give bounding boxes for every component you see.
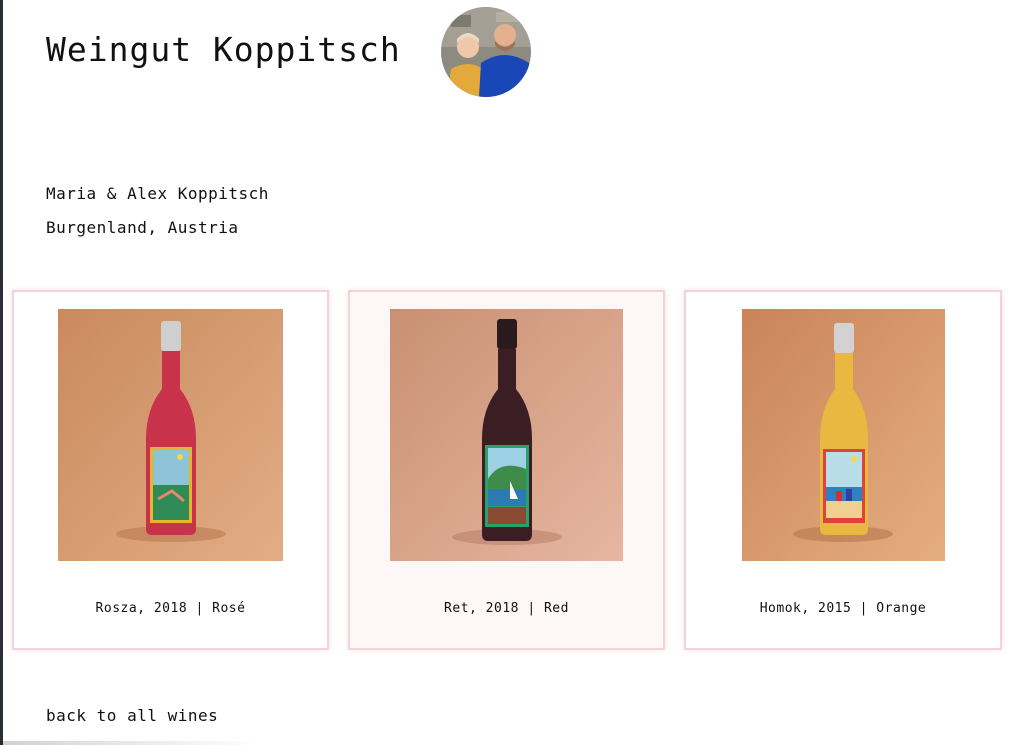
wine-card-rosza[interactable]: Rosza, 2018 | Rosé [12, 290, 329, 650]
wine-card-homok[interactable]: Homok, 2015 | Orange [684, 290, 1002, 650]
page: Weingut Koppitsch Maria & Alex Koppitsch… [0, 0, 1017, 745]
wine-bottle-photo [742, 309, 945, 561]
wine-caption: Homok, 2015 | Orange [759, 601, 927, 616]
page-title: Weingut Koppitsch [46, 30, 401, 69]
producer-avatar [441, 7, 531, 97]
wine-caption: Rosza, 2018 | Rosé [95, 601, 246, 616]
back-to-all-wines-link[interactable]: back to all wines [46, 706, 218, 725]
producer-names: Maria & Alex Koppitsch [46, 184, 269, 203]
wine-bottle-photo [58, 309, 283, 561]
scroll-shadow [0, 741, 260, 745]
wine-caption: Ret, 2018 | Red [444, 601, 569, 616]
window-edge [0, 0, 3, 745]
producer-region: Burgenland, Austria [46, 218, 239, 237]
wine-card-ret[interactable]: Ret, 2018 | Red [348, 290, 665, 650]
wine-bottle-photo [390, 309, 623, 561]
